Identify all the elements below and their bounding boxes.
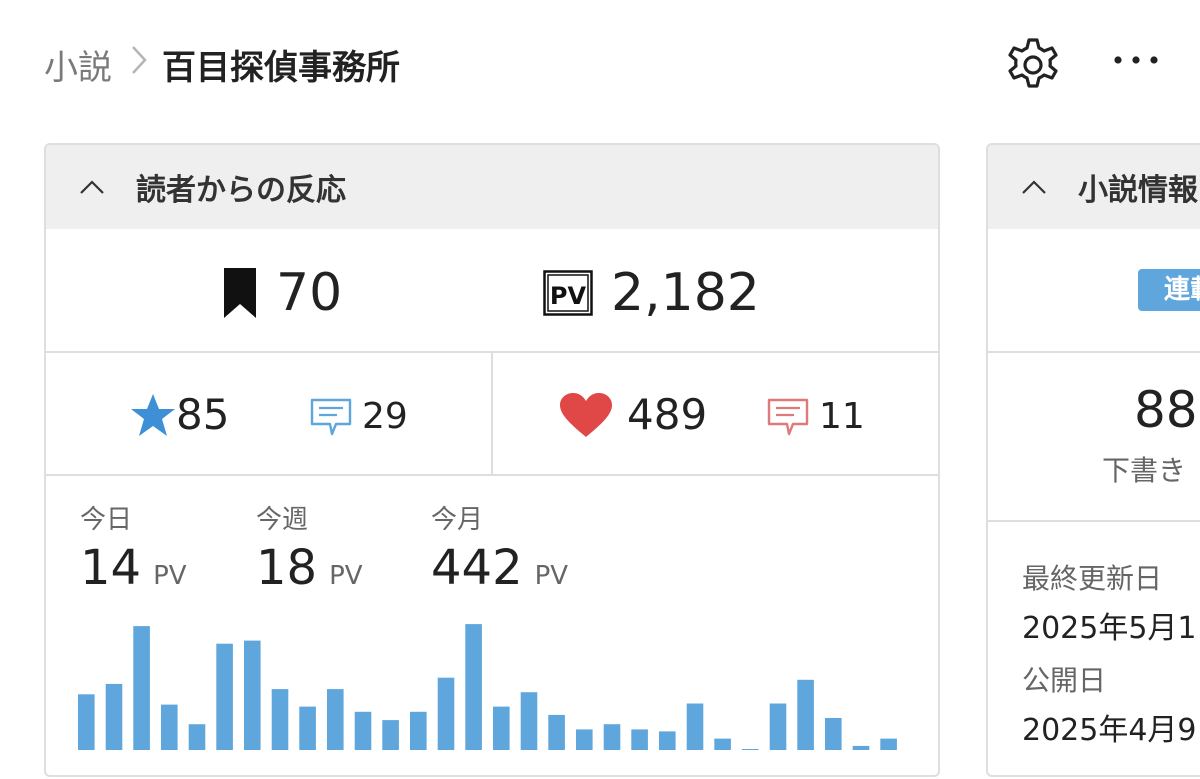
chevron-right-icon [130, 43, 148, 85]
pv-month: 今月 442 PV [431, 504, 568, 594]
pv-bar [188, 724, 206, 750]
page-title: 百目探偵事務所 [162, 47, 400, 88]
bookmark-stat: 70 [222, 265, 342, 321]
pv-bar [686, 703, 704, 750]
draft-count: 88 [1134, 381, 1198, 439]
comment-icon [767, 398, 809, 436]
pv-bar [631, 729, 648, 750]
totals-row: 70 PV 2,182 [46, 229, 938, 353]
heart-comment-stat: 11 [767, 395, 865, 439]
chevron-up-icon [1022, 180, 1046, 194]
reaction-panel: 読者からの反応 70 PV 2,182 85 29 489 11 今日 14 P… [44, 143, 940, 777]
pv-bar [244, 640, 261, 750]
pv-bar [852, 745, 870, 750]
status-badge: 連載中 [1138, 269, 1200, 311]
draft-count-label: 下書き [1102, 454, 1187, 487]
pv-week-unit: PV [329, 561, 363, 591]
updated-value: 2025年5月1 [1022, 611, 1197, 646]
reaction-panel-header[interactable]: 読者からの反応 [46, 145, 938, 229]
pv-bar [105, 683, 123, 750]
star-stat: 85 [130, 391, 229, 439]
breadcrumb: 小説 百目探偵事務所 [44, 38, 400, 90]
svg-text:PV: PV [550, 282, 587, 310]
pv-month-value: 442 [431, 540, 523, 596]
pv-bar [797, 679, 814, 750]
bookmark-icon [224, 268, 256, 318]
pv-bar [354, 711, 372, 750]
heart-comment-count: 11 [819, 396, 865, 437]
novel-info-panel-header[interactable]: 小説情報 [988, 145, 1200, 229]
gear-icon[interactable] [1004, 36, 1062, 94]
star-icon [131, 394, 175, 436]
pv-month-label: 今月 [431, 505, 484, 535]
pv-bar [576, 729, 593, 750]
bookmark-count: 70 [276, 263, 343, 323]
published-label: 公開日 [1022, 664, 1107, 697]
star-review-count: 29 [362, 396, 408, 437]
published-value: 2025年4月9 [1022, 713, 1197, 748]
pv-week-value: 18 [256, 540, 318, 596]
pv-bar [216, 643, 233, 750]
novel-info-panel: 小説情報 連載中 88 下書き 最終更新日 2025年5月1 公開日 2025年… [986, 143, 1200, 777]
pv-today-unit: PV [153, 561, 187, 591]
pv-bar [520, 692, 538, 750]
pv-bar [659, 731, 676, 750]
heart-icon [560, 393, 612, 437]
pv-bar [410, 711, 427, 750]
heart-count: 489 [627, 390, 708, 439]
pv-bar [714, 738, 731, 750]
heart-cell: 489 11 [491, 353, 938, 474]
pv-icon: PV [543, 270, 593, 316]
pv-bar [825, 718, 842, 750]
pv-week-label: 今週 [256, 505, 309, 535]
pv-bar [299, 706, 316, 750]
pv-bar [769, 703, 787, 750]
pv-bar [133, 626, 150, 750]
pv-bar [161, 704, 178, 750]
pv-month-unit: PV [534, 561, 569, 591]
star-review-stat: 29 [310, 395, 408, 439]
pv-bar [603, 724, 621, 750]
breadcrumb-parent-link[interactable]: 小説 [44, 40, 112, 89]
pv-trend: 今日 14 PV 今週 18 PV 今月 442 PV [46, 476, 938, 775]
review-comment-icon [310, 398, 352, 436]
star-count: 85 [176, 390, 230, 439]
updated-label: 最終更新日 [1022, 562, 1163, 595]
reaction-panel-title: 読者からの反応 [136, 173, 346, 208]
ratings-row: 85 29 489 11 [46, 353, 938, 476]
draft-count-row: 88 下書き [988, 351, 1200, 522]
pv-today-label: 今日 [80, 505, 133, 535]
pv-bar [271, 689, 289, 750]
pv-bar [493, 706, 510, 750]
heart-stat: 489 [559, 391, 707, 439]
pv-bar [437, 677, 455, 750]
pv-bar [465, 624, 482, 750]
pv-bar-chart [78, 624, 897, 750]
pv-bar [78, 694, 95, 750]
pv-today-value: 14 [80, 540, 142, 596]
pv-bar [742, 749, 759, 750]
chevron-up-icon [80, 180, 104, 194]
pv-today: 今日 14 PV [80, 504, 187, 594]
star-cell: 85 29 [46, 353, 491, 474]
pv-bar [548, 714, 565, 750]
pv-week: 今週 18 PV [256, 504, 363, 594]
pv-bar [880, 738, 897, 750]
pv-bar [327, 689, 344, 750]
pv-total-stat: PV 2,182 [543, 265, 760, 321]
more-icon[interactable] [1112, 36, 1160, 94]
pv-total-count: 2,182 [611, 263, 760, 323]
novel-info-panel-title: 小説情報 [1078, 173, 1198, 208]
pv-bar [382, 720, 399, 750]
